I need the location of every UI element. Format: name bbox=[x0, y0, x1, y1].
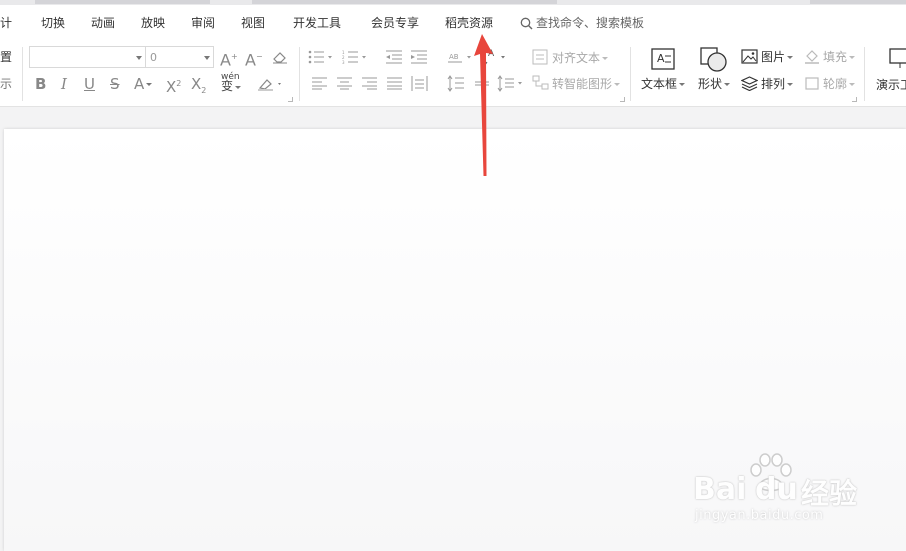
menu-docer-resources[interactable]: 稻壳资源 bbox=[445, 16, 493, 30]
strikethrough-icon[interactable]: S bbox=[110, 75, 120, 93]
highlight-icon[interactable] bbox=[257, 77, 285, 91]
watermark-brand-2: du bbox=[755, 472, 798, 507]
distributed-align-icon[interactable] bbox=[411, 76, 428, 91]
watermark-cn: 经验 bbox=[801, 477, 858, 510]
align-text-icon[interactable] bbox=[532, 49, 548, 65]
align-center-icon[interactable] bbox=[337, 77, 353, 90]
menu-transition[interactable]: 切换 bbox=[41, 16, 65, 30]
font-color-icon[interactable]: A bbox=[134, 75, 153, 93]
chevron-down-icon bbox=[204, 56, 210, 60]
arrange-label: 排列 bbox=[761, 77, 786, 91]
picture-icon[interactable] bbox=[741, 49, 758, 64]
line-spacing-icon[interactable] bbox=[447, 75, 465, 92]
group-separator bbox=[630, 47, 631, 101]
textbox-button[interactable]: 文本框 bbox=[641, 77, 686, 91]
search-icon bbox=[520, 17, 533, 29]
font-size-value: 0 bbox=[150, 51, 157, 64]
outline-icon[interactable] bbox=[804, 76, 820, 91]
align-left-icon[interactable] bbox=[312, 77, 328, 90]
textbox-icon[interactable]: A bbox=[651, 48, 675, 70]
group-separator bbox=[22, 47, 23, 101]
fill-bucket-icon[interactable] bbox=[804, 49, 820, 64]
phonetic-char: 变 bbox=[221, 79, 234, 93]
menu-member[interactable]: 会员专享 bbox=[371, 16, 419, 30]
svg-text:AB: AB bbox=[449, 53, 459, 61]
decrease-indent-icon[interactable] bbox=[386, 50, 403, 64]
bold-icon[interactable]: B bbox=[35, 75, 46, 93]
partial-label-text: 示 bbox=[0, 77, 13, 91]
menu-review[interactable]: 审阅 bbox=[191, 16, 215, 30]
menu-design[interactable]: 设计 bbox=[0, 16, 12, 30]
group-separator bbox=[864, 47, 865, 101]
canvas-margin bbox=[0, 107, 906, 129]
ribbon-toolbar: 置 示 0 A+ A− B I U S A X2 X2 wén 变 1 2 3 bbox=[0, 41, 906, 107]
watermark-brand: Bai bbox=[693, 472, 747, 507]
textbox-label: 文本框 bbox=[641, 77, 678, 91]
align-text-label: 对齐文本 bbox=[552, 51, 601, 65]
tab-strip-segment bbox=[810, 0, 906, 4]
picture-label: 图片 bbox=[761, 50, 786, 64]
increase-font-icon[interactable]: A+ bbox=[220, 48, 238, 69]
align-right-icon[interactable] bbox=[362, 77, 378, 90]
menu-developer-tools[interactable]: 开发工具 bbox=[293, 16, 341, 30]
bullet-list-icon[interactable] bbox=[308, 50, 334, 64]
italic-icon[interactable]: I bbox=[61, 75, 67, 93]
subscript-icon[interactable]: X2 bbox=[191, 75, 206, 100]
partial-label[interactable]: 置 bbox=[0, 50, 12, 64]
fill-label: 填充 bbox=[823, 50, 848, 64]
picture-button[interactable]: 图片 bbox=[761, 50, 794, 64]
justify-icon[interactable] bbox=[387, 77, 403, 90]
superscript-icon[interactable]: X2 bbox=[166, 75, 181, 96]
shape-button[interactable]: 形状 bbox=[698, 77, 731, 91]
fill-button[interactable]: 填充 bbox=[823, 50, 856, 64]
search-placeholder: 查找命令、搜索模板 bbox=[536, 16, 645, 30]
dialog-launcher-icon[interactable] bbox=[288, 97, 293, 102]
dialog-launcher-icon[interactable] bbox=[852, 97, 857, 102]
watermark-url: jingyan.baidu.com bbox=[695, 508, 824, 523]
chevron-down-icon bbox=[136, 56, 142, 60]
dialog-launcher-icon[interactable] bbox=[620, 97, 625, 102]
baidu-watermark: Bai du 经验 jingyan.baidu.com bbox=[693, 452, 893, 532]
eraser-icon[interactable] bbox=[272, 50, 288, 64]
smartart-icon[interactable] bbox=[532, 75, 549, 91]
increase-indent-icon[interactable] bbox=[411, 50, 428, 64]
font-name-select[interactable] bbox=[29, 46, 146, 68]
presentation-tools-icon[interactable] bbox=[888, 48, 906, 70]
partial-label[interactable]: 示 bbox=[0, 77, 12, 91]
menu-view[interactable]: 视图 bbox=[241, 16, 265, 30]
tab-strip-segment bbox=[252, 0, 557, 4]
menu-animation[interactable]: 动画 bbox=[91, 16, 115, 30]
outline-label: 轮廓 bbox=[823, 77, 848, 91]
smartart-button[interactable]: 转智能图形 bbox=[552, 77, 621, 91]
smartart-label: 转智能图形 bbox=[552, 77, 613, 91]
phonetic-guide-icon[interactable]: wén 变 bbox=[221, 73, 242, 93]
decrease-font-icon[interactable]: A− bbox=[245, 48, 263, 69]
svg-text:3: 3 bbox=[342, 60, 345, 64]
shape-label: 形状 bbox=[698, 77, 723, 91]
svg-text:A: A bbox=[657, 52, 665, 65]
menu-bar: 设计 切换 动画 放映 审阅 视图 开发工具 会员专享 稻壳资源 查找命令、搜索… bbox=[0, 5, 906, 41]
menu-slideshow[interactable]: 放映 bbox=[141, 16, 165, 30]
underline-icon[interactable]: U bbox=[84, 75, 95, 93]
align-text-button[interactable]: 对齐文本 bbox=[552, 51, 609, 65]
group-separator bbox=[299, 47, 300, 101]
tab-strip-segment bbox=[35, 0, 210, 4]
command-search[interactable]: 查找命令、搜索模板 bbox=[520, 16, 644, 30]
outline-button[interactable]: 轮廓 bbox=[823, 77, 856, 91]
arrange-button[interactable]: 排列 bbox=[761, 77, 794, 91]
arrange-icon[interactable] bbox=[741, 76, 758, 91]
shape-icon[interactable] bbox=[700, 47, 728, 73]
font-size-select[interactable]: 0 bbox=[145, 46, 214, 68]
numbered-list-icon[interactable]: 1 2 3 bbox=[342, 50, 368, 64]
presentation-tools-button[interactable]: 演示工 bbox=[876, 78, 906, 92]
annotation-arrow-icon bbox=[474, 34, 493, 176]
line-spacing-options-icon[interactable] bbox=[497, 75, 525, 92]
